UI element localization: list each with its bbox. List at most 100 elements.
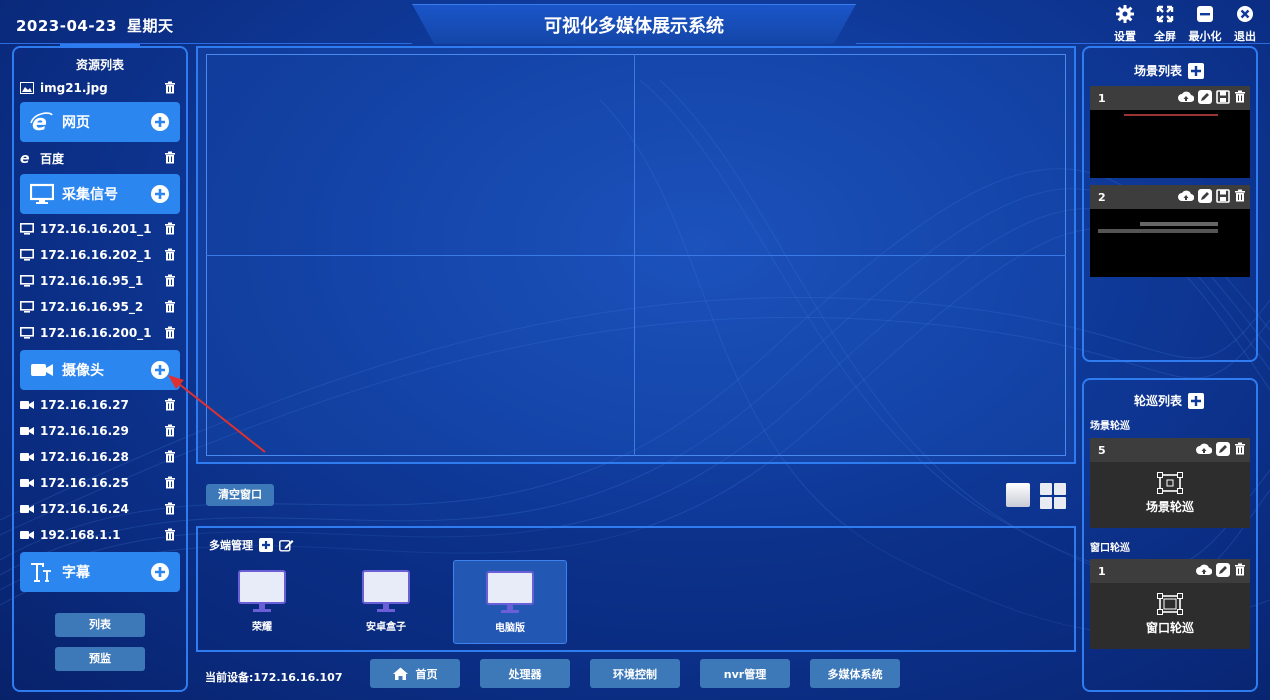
tour-card-body: 场景轮巡	[1090, 472, 1250, 515]
trash-icon[interactable]	[1234, 442, 1246, 455]
monitor-icon	[486, 571, 534, 613]
text-icon	[31, 563, 51, 582]
layout-quad-button[interactable]	[1040, 483, 1066, 509]
video-camera-icon	[20, 531, 34, 539]
nav-home-button[interactable]: 首页	[370, 659, 460, 688]
trash-icon[interactable]	[164, 300, 176, 313]
nav-environment-button[interactable]: 环境控制	[590, 659, 680, 688]
cloud-upload-icon[interactable]	[1196, 442, 1212, 456]
scene-number: 1	[1098, 91, 1106, 105]
minimize-icon	[1197, 6, 1213, 22]
edit-icon[interactable]	[1198, 189, 1212, 203]
edit-icon[interactable]	[1198, 90, 1212, 104]
trash-icon[interactable]	[1234, 90, 1246, 103]
exit-button[interactable]: 退出	[1225, 4, 1265, 44]
trash-icon[interactable]	[164, 326, 176, 339]
clear-windows-button[interactable]: 清空窗口	[206, 484, 274, 506]
add-square-icon[interactable]	[1188, 392, 1205, 409]
scene-thumbnail	[1124, 114, 1218, 116]
resource-item-label: 172.16.16.202_1	[40, 248, 152, 262]
trash-icon[interactable]	[164, 502, 176, 515]
preview-button[interactable]: 预监	[55, 647, 145, 671]
trash-icon[interactable]	[164, 274, 176, 287]
category-subtitle-label: 字幕	[62, 565, 90, 581]
resource-item-web[interactable]: e 百度	[20, 148, 180, 168]
resource-item-capture[interactable]: 172.16.16.200_1	[20, 323, 180, 343]
scene-tour-section-label: 场景轮巡	[1090, 421, 1130, 432]
monitor-icon	[20, 223, 34, 235]
window-tour-section-label: 窗口轮巡	[1090, 543, 1130, 554]
resource-item-capture[interactable]: 172.16.16.202_1	[20, 245, 180, 265]
trash-icon[interactable]	[164, 528, 176, 541]
save-icon[interactable]	[1216, 189, 1230, 203]
window-tour-icon	[1157, 593, 1183, 615]
device-android-box[interactable]: 安卓盒子	[329, 560, 443, 644]
device-pc[interactable]: 电脑版	[453, 560, 567, 644]
home-icon	[392, 667, 408, 680]
cloud-upload-icon[interactable]	[1178, 189, 1194, 203]
monitor-icon	[30, 183, 54, 204]
monitor-icon	[238, 570, 286, 612]
scene-card[interactable]: 1	[1090, 86, 1250, 178]
cloud-upload-icon[interactable]	[1196, 563, 1212, 577]
trash-icon[interactable]	[164, 476, 176, 489]
resource-item-label: 172.16.16.24	[40, 502, 129, 516]
edit-icon[interactable]	[1216, 563, 1230, 577]
grid-divider-horizontal	[206, 255, 1066, 256]
resource-item-camera[interactable]: 172.16.16.25	[20, 473, 180, 493]
add-square-icon[interactable]	[259, 538, 273, 552]
trash-icon[interactable]	[164, 151, 176, 164]
list-view-button[interactable]: 列表	[55, 613, 145, 637]
tour-card-header: 5	[1090, 438, 1250, 462]
resource-item-label: 172.16.16.200_1	[40, 326, 152, 340]
resource-item-capture[interactable]: 172.16.16.201_1	[20, 219, 180, 239]
trash-icon[interactable]	[164, 248, 176, 261]
save-icon[interactable]	[1216, 90, 1230, 104]
scene-card[interactable]: 2	[1090, 185, 1250, 277]
add-square-icon[interactable]	[1188, 62, 1205, 79]
add-circle-icon[interactable]	[150, 184, 170, 204]
nav-environment-label: 环境控制	[613, 667, 657, 681]
resource-item-camera[interactable]: 192.168.1.1	[20, 525, 180, 545]
resource-item-capture[interactable]: 172.16.16.95_2	[20, 297, 180, 317]
resource-item-label: 百度	[40, 151, 65, 166]
category-subtitle[interactable]: 字幕	[20, 552, 180, 592]
nav-nvr-button[interactable]: nvr管理	[700, 659, 790, 688]
trash-icon[interactable]	[1234, 189, 1246, 202]
category-capture-signal[interactable]: 采集信号	[20, 174, 180, 214]
resource-item-label: 172.16.16.25	[40, 476, 129, 490]
page-title: 可视化多媒体展示系统	[544, 16, 724, 37]
nav-processor-button[interactable]: 处理器	[480, 659, 570, 688]
trash-icon[interactable]	[164, 81, 176, 94]
ie-browser-icon: e	[30, 111, 53, 133]
nav-multimedia-button[interactable]: 多媒体系统	[810, 659, 900, 688]
minimize-button[interactable]: 最小化	[1185, 4, 1225, 44]
gear-icon	[1116, 5, 1134, 23]
tour-card-tools	[1196, 442, 1246, 456]
settings-button[interactable]: 设置	[1105, 4, 1145, 44]
layout-single-button[interactable]	[1006, 483, 1030, 507]
category-webpage[interactable]: e 网页	[20, 102, 180, 142]
video-camera-icon	[20, 505, 34, 513]
cloud-upload-icon[interactable]	[1178, 90, 1194, 104]
edit-icon[interactable]	[279, 538, 294, 552]
scene-tour-card[interactable]: 5 场景轮巡	[1090, 438, 1250, 528]
nav-nvr-label: nvr管理	[723, 667, 767, 681]
resource-item-label: 172.16.16.201_1	[40, 222, 152, 236]
trash-icon[interactable]	[164, 222, 176, 235]
nav-processor-label: 处理器	[508, 667, 542, 681]
resource-item-capture[interactable]: 172.16.16.95_1	[20, 271, 180, 291]
tour-list-title: 轮巡列表	[1134, 394, 1183, 408]
monitor-icon	[20, 327, 34, 339]
fullscreen-button[interactable]: 全屏	[1145, 4, 1185, 44]
resource-item-image[interactable]: img21.jpg	[20, 78, 180, 98]
resource-item-camera[interactable]: 172.16.16.24	[20, 499, 180, 519]
add-circle-icon[interactable]	[150, 562, 170, 582]
scene-tour-icon	[1157, 472, 1183, 494]
window-tour-card[interactable]: 1 窗口轮巡	[1090, 559, 1250, 649]
add-circle-icon[interactable]	[150, 112, 170, 132]
resource-item-label: 192.168.1.1	[40, 528, 121, 542]
device-honor[interactable]: 荣耀	[205, 560, 319, 644]
edit-icon[interactable]	[1216, 442, 1230, 456]
trash-icon[interactable]	[1234, 563, 1246, 576]
